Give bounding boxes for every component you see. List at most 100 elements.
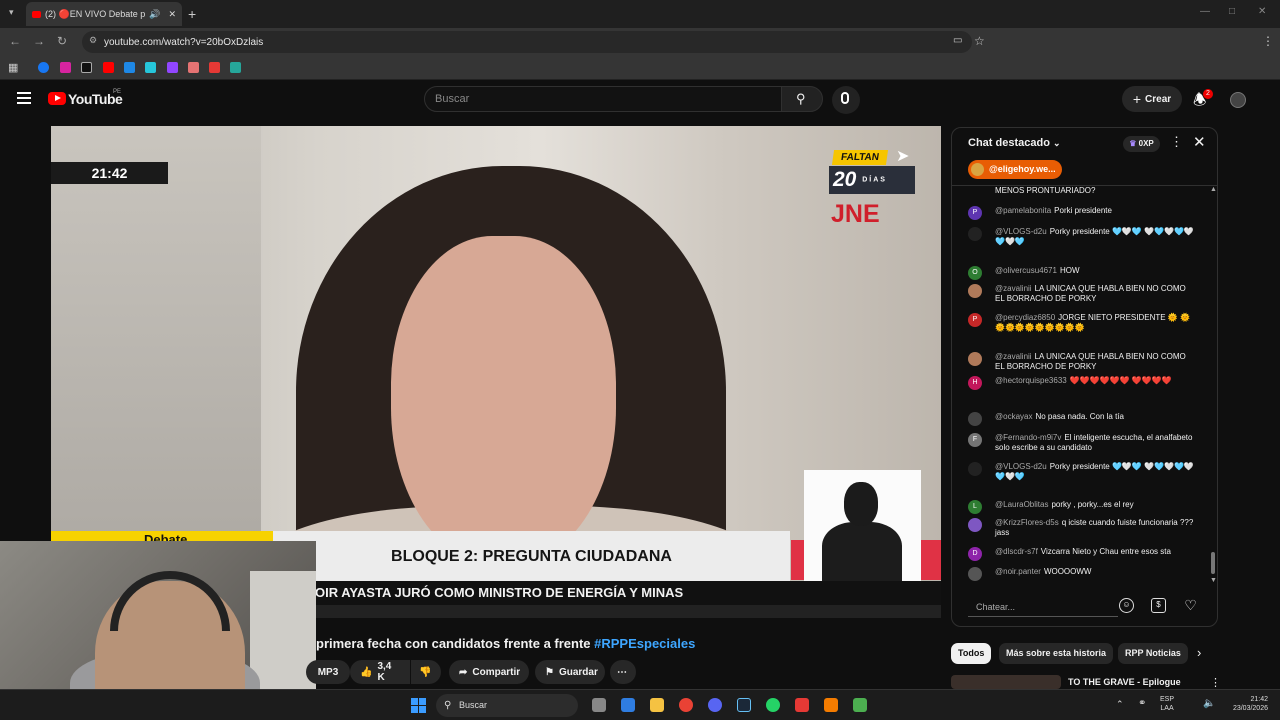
twitch-icon[interactable] (167, 62, 178, 73)
bookmark-app-icon[interactable] (145, 62, 156, 73)
bookmark-app-icon[interactable] (230, 62, 241, 73)
dislike-button[interactable]: 👎 (411, 660, 441, 684)
install-icon[interactable]: ▭ (953, 35, 962, 46)
chat-author[interactable]: @VLOGS-d2u (995, 462, 1047, 471)
close-window-icon[interactable]: ✕ (1258, 6, 1266, 17)
chip-more-story[interactable]: Más sobre esta historia (999, 643, 1114, 664)
search-button[interactable]: ⚲ (781, 86, 823, 112)
heart-icon[interactable]: ♡ (1183, 598, 1198, 613)
chat-avatar[interactable]: L (968, 500, 982, 514)
app-icon[interactable] (795, 698, 809, 712)
discord-icon[interactable] (708, 698, 722, 712)
tray-chevron-icon[interactable]: ⌃ (1116, 699, 1124, 710)
chat-avatar[interactable] (968, 567, 982, 581)
whatsapp-icon[interactable] (766, 698, 780, 712)
chat-avatar[interactable] (968, 227, 982, 241)
chat-avatar[interactable] (968, 518, 982, 532)
chip-rpp[interactable]: RPP Noticias (1118, 643, 1188, 664)
language-indicator[interactable]: ESP LAA (1160, 695, 1174, 713)
bookmark-app-icon[interactable] (188, 62, 199, 73)
reload-icon[interactable]: ↻ (57, 34, 67, 48)
chat-author[interactable]: @dlscdr-s7f (995, 547, 1038, 556)
bookmark-star-icon[interactable]: ☆ (974, 34, 985, 48)
minimize-icon[interactable]: — (1200, 6, 1210, 17)
scroll-up-icon[interactable]: ▲ (1210, 186, 1217, 193)
facebook-icon[interactable] (38, 62, 49, 73)
chat-author[interactable]: @zavalinii (995, 352, 1032, 361)
related-video-title[interactable]: TO THE GRAVE - Epilogue (1068, 677, 1181, 687)
more-actions-button[interactable]: ⋯ (610, 660, 636, 684)
chat-author[interactable]: @noir.panter (995, 567, 1041, 576)
site-info-icon[interactable]: ⚙ (89, 35, 97, 46)
app-icon[interactable] (853, 698, 867, 712)
maximize-icon[interactable]: □ (1229, 6, 1235, 17)
url-field[interactable]: ⚙ youtube.com/watch?v=20bOxDzlais (82, 31, 972, 53)
chat-avatar[interactable] (968, 462, 982, 476)
steam-icon[interactable] (737, 698, 751, 712)
bookmark-app-icon[interactable] (209, 62, 220, 73)
forward-icon[interactable]: → (33, 34, 45, 48)
app-icon[interactable] (824, 698, 838, 712)
chat-mode-dropdown[interactable]: Chat destacado ⌄ (968, 137, 1061, 149)
tab-close-icon[interactable]: ✕ (168, 9, 176, 20)
tab-list-icon[interactable]: ▾ (9, 7, 14, 18)
audio-icon[interactable]: 🔊 (149, 9, 160, 20)
chat-avatar[interactable]: D (968, 547, 982, 561)
youtube-logo-icon[interactable] (48, 92, 66, 105)
new-tab-icon[interactable]: + (188, 6, 196, 22)
chat-avatar[interactable] (968, 352, 982, 366)
microphone-tray-icon[interactable]: ⚭ (1138, 698, 1146, 709)
emoji-icon[interactable]: ☺ (1119, 598, 1134, 613)
apps-grid-icon[interactable]: ▦ (8, 61, 18, 74)
create-button[interactable]: + Crear (1122, 86, 1182, 112)
chat-avatar[interactable] (968, 284, 982, 298)
menu-icon[interactable] (17, 92, 31, 104)
instagram-icon[interactable] (60, 62, 71, 73)
task-view-icon[interactable] (592, 698, 606, 712)
scroll-down-icon[interactable]: ▼ (1210, 577, 1217, 584)
file-explorer-icon[interactable] (650, 698, 664, 712)
chrome-icon[interactable] (679, 698, 693, 712)
browser-tab[interactable]: (2) 🔴EN VIVO Debate pre 🔊 ✕ (26, 2, 182, 26)
chat-scrollbar[interactable] (1211, 552, 1215, 574)
chip-todos[interactable]: Todos (951, 643, 992, 664)
windows-start-icon[interactable] (411, 698, 426, 713)
chat-avatar[interactable] (968, 412, 982, 426)
chat-author[interactable]: @zavalinii (995, 284, 1032, 293)
taskbar-clock[interactable]: 21:42 23/03/2026 (1222, 695, 1268, 713)
bookmark-app-icon[interactable] (124, 62, 135, 73)
chat-avatar[interactable]: H (968, 376, 982, 390)
x-icon[interactable] (81, 62, 92, 73)
search-input[interactable]: Buscar (424, 86, 782, 112)
chat-avatar[interactable]: O (968, 266, 982, 280)
chat-options-icon[interactable]: ⋮ (1170, 134, 1183, 150)
chat-input[interactable]: Chatear... (968, 597, 1118, 617)
back-icon[interactable]: ← (9, 34, 21, 48)
voice-search-button[interactable] (832, 86, 860, 114)
chat-avatar[interactable]: P (968, 313, 982, 327)
hashtag-link[interactable]: #RPPEspeciales (594, 636, 695, 651)
chevron-right-icon[interactable]: › (1197, 645, 1201, 660)
related-video-thumbnail[interactable] (951, 675, 1061, 689)
related-more-icon[interactable]: ⋮ (1210, 676, 1221, 689)
super-chat-icon[interactable]: $ (1151, 598, 1166, 613)
chat-author[interactable]: @ockayax (995, 412, 1032, 421)
account-avatar[interactable] (1230, 92, 1246, 108)
mp3-button[interactable]: MP3 (306, 660, 350, 684)
chat-author[interactable]: @LauraOblitas (995, 500, 1048, 509)
chat-author[interactable]: @VLOGS-d2u (995, 227, 1047, 236)
like-button[interactable]: 👍 3,4 K (350, 660, 410, 684)
volume-icon[interactable]: 🔈 (1203, 698, 1215, 709)
chat-author[interactable]: @percydiaz6850 (995, 313, 1055, 322)
chat-avatar[interactable]: F (968, 433, 982, 447)
xp-badge[interactable]: ♛ 0XP (1123, 136, 1160, 152)
share-button[interactable]: ➦ Compartir (449, 660, 529, 684)
taskbar-search[interactable]: ⚲ Buscar (436, 694, 578, 717)
browser-menu-icon[interactable]: ⋮ (1262, 34, 1274, 48)
youtube-icon[interactable] (103, 62, 114, 73)
chat-close-icon[interactable]: ✕ (1193, 133, 1206, 151)
chat-avatar[interactable]: P (968, 206, 982, 220)
chat-author[interactable]: @pamelabonita (995, 206, 1051, 215)
chat-author[interactable]: @KrizzFlores-d5s (995, 518, 1059, 527)
chat-author[interactable]: @hectorquispe3633 (995, 376, 1067, 385)
